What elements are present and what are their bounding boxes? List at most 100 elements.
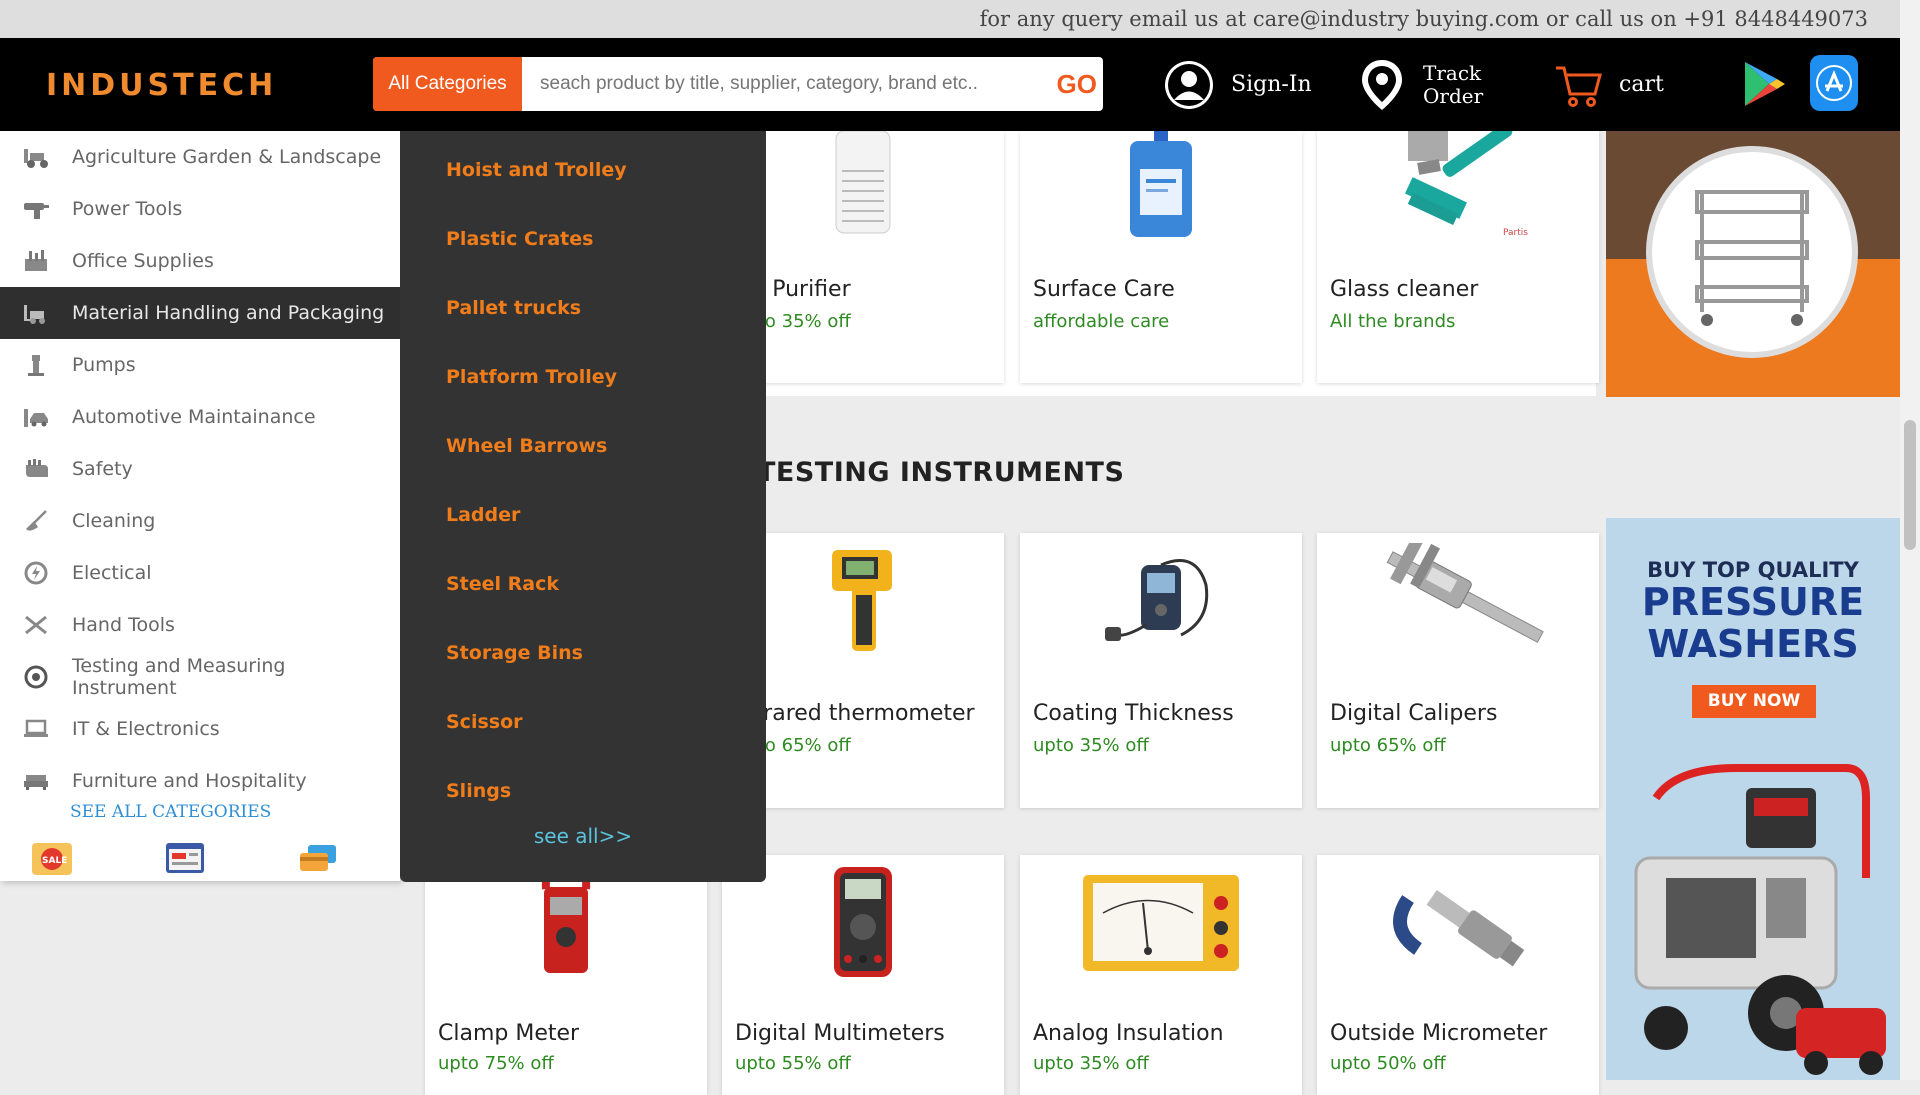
glove-icon [0, 457, 72, 481]
forklift-icon [0, 301, 72, 325]
submenu-item[interactable]: Slings [446, 780, 511, 802]
sidebar-item-safety[interactable]: Safety [0, 443, 400, 495]
google-play-icon[interactable] [1741, 59, 1787, 113]
submenu-item[interactable]: Ladder [446, 504, 520, 526]
subcategory-dropdown: Hoist and Trolley Plastic Crates Pallet … [400, 131, 766, 882]
product-card[interactable]: Clamp Meter upto 75% off [425, 855, 707, 1095]
header: INDUSTECH All Categories GO Sign-In Trac… [0, 38, 1900, 131]
sidebar-item-agriculture[interactable]: Agriculture Garden & Landscape [0, 131, 400, 183]
product-title: Digital Calipers [1330, 701, 1498, 726]
submenu-item[interactable]: Scissor [446, 711, 523, 733]
product-title: Digital Multimeters [735, 1021, 945, 1046]
top-info-bar: for any query email us at care@industry … [0, 0, 1900, 38]
sidebar-item-label: Material Handling and Packaging [72, 302, 385, 324]
laptop-icon [0, 717, 72, 741]
sidebar-item-furniture[interactable]: Furniture and Hospitality [0, 755, 400, 807]
submenu-item[interactable]: Hoist and Trolley [446, 159, 627, 181]
sidebar-item-label: Hand Tools [72, 614, 175, 636]
sidebar-item-label: Testing and Measuring Instrument [72, 655, 286, 699]
product-card[interactable]: Coating Thickness upto 35% off [1020, 533, 1302, 808]
svg-text:SALE: SALE [42, 856, 67, 866]
broom-icon [0, 509, 72, 533]
product-subtitle: All the brands [1330, 311, 1456, 332]
track-order-link[interactable]: Track Order [1357, 38, 1483, 131]
product-card[interactable]: Partis Glass cleaner All the brands [1317, 131, 1599, 383]
submenu-item[interactable]: Pallet trucks [446, 297, 581, 319]
see-all-categories-link[interactable]: SEE ALL CATEGORIES [70, 802, 271, 822]
banner-line-3: WASHERS [1647, 622, 1859, 666]
sidebar-item-label: Safety [72, 458, 133, 480]
sidebar-item-it-electronics[interactable]: IT & Electronics [0, 703, 400, 755]
product-title: Clamp Meter [438, 1021, 580, 1046]
tractor-icon [0, 145, 72, 169]
all-categories-button[interactable]: All Categories [373, 57, 522, 111]
trolley-banner[interactable] [1606, 131, 1900, 397]
submenu-item[interactable]: Storage Bins [446, 642, 583, 664]
buy-now-button[interactable]: BUY NOW [1692, 685, 1816, 718]
submenu-item[interactable]: Platform Trolley [446, 366, 617, 388]
sidebar-item-label: Automotive Maintainance [72, 406, 316, 428]
sidebar-item-label: Agriculture Garden & Landscape [72, 146, 382, 168]
product-subtitle: affordable care [1033, 311, 1170, 332]
track-label: Track [1423, 60, 1482, 85]
scrollbar-thumb[interactable] [1904, 420, 1916, 550]
pressure-washer-image [1634, 764, 1886, 1075]
search-bar: All Categories GO [373, 57, 1103, 111]
sidebar-item-automotive[interactable]: Automotive Maintainance [0, 391, 400, 443]
submenu-item[interactable]: Plastic Crates [446, 228, 593, 250]
sidebar-item-label: Pumps [72, 354, 136, 376]
trolley-image [1695, 190, 1809, 326]
cart-link[interactable]: cart [1553, 38, 1664, 131]
sidebar-item-pumps[interactable]: Pumps [0, 339, 400, 391]
sidebar-item-office-supplies[interactable]: Office Supplies [0, 235, 400, 287]
micrometer-image [1317, 869, 1599, 979]
sidebar-item-label: Electical [72, 562, 152, 584]
tools-icon [0, 613, 72, 637]
svg-text:Partis: Partis [1503, 228, 1528, 238]
scraper-image: Partis [1317, 131, 1599, 241]
sidebar-item-label: Cleaning [72, 510, 156, 532]
multimeter-image [722, 865, 1004, 980]
product-card[interactable]: Outside Micrometer upto 50% off [1317, 855, 1599, 1095]
trolley-circle [1646, 146, 1858, 358]
electrical-icon [0, 561, 72, 585]
product-card[interactable]: Digital Multimeters upto 55% off [722, 855, 1004, 1095]
cart-icon [1553, 60, 1603, 110]
analog-meter-image [1020, 873, 1302, 973]
card-payment-icon[interactable] [298, 843, 338, 877]
search-input[interactable] [522, 57, 1032, 111]
product-subtitle: upto 35% off [1033, 1053, 1149, 1074]
sidebar-item-hand-tools[interactable]: Hand Tools [0, 599, 400, 651]
product-card[interactable]: Surface Care affordable care [1020, 131, 1302, 383]
sidebar-item-testing[interactable]: Testing and Measuring Instrument [0, 651, 400, 703]
contact-text: for any query email us at care@industry … [979, 7, 1868, 31]
pressure-washer-banner[interactable]: BUY TOP QUALITY PRESSURE WASHERS BUY NOW [1606, 518, 1900, 1080]
sidebar-item-cleaning[interactable]: Cleaning [0, 495, 400, 547]
page-scrollbar[interactable] [1900, 0, 1920, 1080]
cart-label: cart [1619, 72, 1664, 97]
app-store-icon[interactable] [1810, 55, 1858, 111]
cleaner-can-image [1020, 131, 1302, 241]
go-button[interactable]: GO [1057, 57, 1097, 111]
sidebar-item-power-tools[interactable]: Power Tools [0, 183, 400, 235]
logo[interactable]: INDUSTECH [46, 68, 277, 103]
submenu-item[interactable]: Wheel Barrows [446, 435, 607, 457]
product-subtitle: upto 55% off [735, 1053, 851, 1074]
product-card[interactable]: Analog Insulation upto 35% off [1020, 855, 1302, 1095]
coating-gauge-image [1020, 545, 1302, 655]
product-subtitle: upto 50% off [1330, 1053, 1446, 1074]
track-order-text: Track Order [1423, 60, 1483, 108]
pump-icon [0, 353, 72, 377]
product-title: Infrared thermometer [735, 701, 975, 726]
web-page-icon[interactable] [164, 841, 206, 879]
sidebar-item-electrical[interactable]: Electical [0, 547, 400, 599]
caliper-image [1317, 543, 1599, 658]
submenu-see-all-link[interactable]: see all>> [400, 824, 766, 848]
submenu-item[interactable]: Steel Rack [446, 573, 559, 595]
sale-icon[interactable]: SALE [30, 841, 74, 881]
category-sidebar: Agriculture Garden & Landscape Power Too… [0, 131, 400, 881]
product-card[interactable]: Digital Calipers upto 65% off [1317, 533, 1599, 808]
signin-link[interactable]: Sign-In [1163, 38, 1312, 131]
product-title: Surface Care [1033, 277, 1175, 302]
sidebar-item-material-handling[interactable]: Material Handling and Packaging [0, 287, 400, 339]
